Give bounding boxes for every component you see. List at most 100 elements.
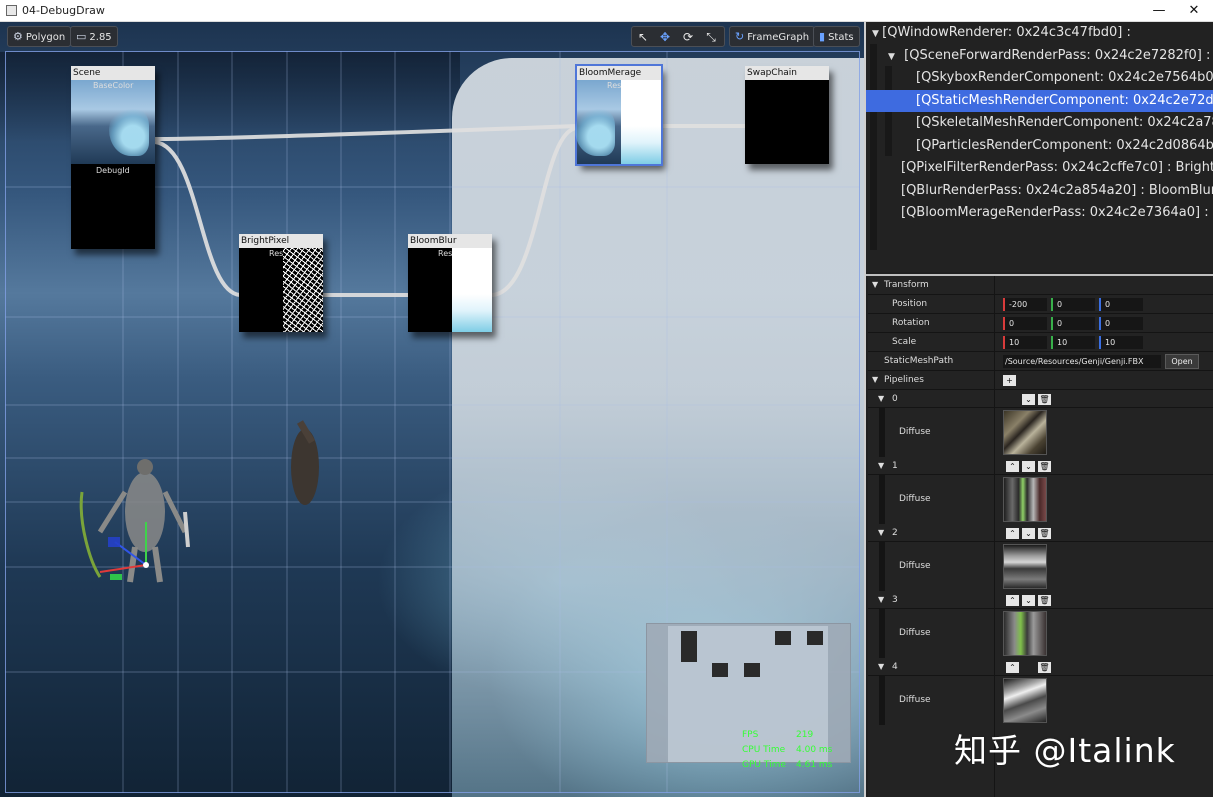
node-title: BloomMerage [577,66,661,80]
collapse-icon[interactable]: ▼ [878,595,884,604]
minimize-button[interactable]: — [1142,0,1176,22]
expand-icon[interactable]: ▼ [866,23,879,44]
tree-item[interactable]: [QParticlesRenderComponent: 0x24c2d0864b… [866,135,1213,157]
open-button[interactable]: Open [1165,354,1199,369]
transform-section[interactable]: ▼ Transform [868,276,1213,295]
mesh-path-field[interactable]: /Source/Resources/Genji/Genji.FBX [1003,355,1161,368]
framegraph-button[interactable]: ↻ FrameGraph [729,26,816,47]
framegraph-node-bloomblur[interactable]: BloomBlur Result [408,234,492,332]
camera-speed-button[interactable]: ▭ 2.85 [70,26,118,47]
diffuse-texture-thumbnail[interactable] [1003,678,1047,723]
add-pipeline-button[interactable]: + [1003,375,1016,386]
tree-item[interactable]: [QPixelFilterRenderPass: 0x24c2cffe7c0] … [866,157,1213,179]
move-down-icon[interactable]: ⌄ [1022,595,1035,606]
position-z-field[interactable]: 0 [1099,298,1143,311]
move-down-icon[interactable]: ⌄ [1022,394,1035,405]
collapse-icon[interactable]: ▼ [878,528,884,537]
mesh-path-row: StaticMeshPath /Source/Resources/Genji/G… [868,352,1213,371]
framegraph-node-swapchain[interactable]: SwapChain [745,66,829,164]
scale-x-field[interactable]: 10 [1003,336,1047,349]
slot-result: Result [438,249,452,258]
delete-icon[interactable]: 🗑 [1038,595,1051,606]
delete-icon[interactable]: 🗑 [1038,461,1051,472]
render-mode-button[interactable]: ⚙ Polygon [7,26,72,47]
expand-icon[interactable]: ▼ [888,46,900,67]
camera-icon: ▭ [76,30,87,43]
framegraph-icon: ↻ [735,30,745,43]
collapse-icon[interactable]: ▼ [878,662,884,671]
position-row: Position -200 0 0 [868,295,1213,314]
tree-item[interactable]: ▼ [QWindowRenderer: 0x24c3c47fbd0] : [866,22,1213,44]
window-title: 04-DebugDraw [22,4,105,17]
rotate-tool-icon[interactable]: ⟳ [679,29,697,45]
tree-item[interactable]: ▼ [QSceneForwardRenderPass: 0x24c2e7282f… [866,45,1213,67]
pipeline-item: ▼ 2 ⌃ ⌄ 🗑 Diffuse [868,525,1213,592]
tree-item[interactable]: [QSkeletalMeshRenderComponent: 0x24c2a78 [866,112,1213,134]
slot-result: Result [269,249,283,258]
translate-tool-icon[interactable]: ✥ [656,29,674,45]
diffuse-texture-thumbnail[interactable] [1003,477,1047,522]
collapse-icon[interactable]: ▼ [878,394,884,403]
scene-viewport[interactable]: ⚙ Polygon ▭ 2.85 ↖ ✥ ⟳ ⤡ ↻ FrameGraph ▮ Stat… [0,22,864,797]
character-model-2[interactable] [291,420,319,505]
gpu-time-value: 4.61 ms [796,760,833,770]
rotation-z-field[interactable]: 0 [1099,317,1143,330]
move-down-icon[interactable]: ⌄ [1022,528,1035,539]
pipeline-item: ▼ 3 ⌃ ⌄ 🗑 Diffuse [868,592,1213,659]
node-title: Scene [71,66,155,80]
node-title: BrightPixel [239,234,323,248]
app-icon [6,5,17,16]
framegraph-node-brightpixel[interactable]: BrightPixel Result [239,234,323,332]
diffuse-texture-thumbnail[interactable] [1003,611,1047,656]
delete-icon[interactable]: 🗑 [1038,394,1051,405]
move-up-icon[interactable]: ⌃ [1006,662,1019,673]
property-editor: ▼ Transform Position -200 0 0 Rotation 0… [868,276,1213,797]
position-y-field[interactable]: 0 [1051,298,1095,311]
tree-item[interactable]: [QSkyboxRenderComponent: 0x24c2e7564b0] [866,67,1213,89]
move-up-icon[interactable]: ⌃ [1006,595,1019,606]
rotation-row: Rotation 0 0 0 [868,314,1213,333]
rotation-x-field[interactable]: 0 [1003,317,1047,330]
bloomblur-preview [452,248,492,332]
delete-icon[interactable]: 🗑 [1038,662,1051,673]
delete-icon[interactable]: 🗑 [1038,528,1051,539]
brightpixel-preview [283,248,323,332]
scene-preview [71,80,155,164]
scale-row: Scale 10 10 10 [868,333,1213,352]
framegraph-node-scene[interactable]: Scene BaseColor DebugId [71,66,155,249]
stats-overlay: FPS 219 CPU Time 4.00 ms GPU Time 4.61 ms [742,730,833,770]
inspector-panel: ▼ [QWindowRenderer: 0x24c3c47fbd0] : ▼ [… [864,22,1213,797]
bloommerage-preview [575,80,621,164]
pipelines-section[interactable]: ▼ Pipelines + [868,371,1213,390]
collapse-icon[interactable]: ▼ [872,280,878,289]
diffuse-texture-thumbnail[interactable] [1003,544,1047,589]
move-up-icon[interactable]: ⌃ [1006,528,1019,539]
bar-chart-icon: ▮ [819,30,826,43]
scale-y-field[interactable]: 10 [1051,336,1095,349]
character-model[interactable] [79,459,190,583]
stats-button[interactable]: ▮ Stats [813,26,860,47]
close-button[interactable]: ✕ [1177,0,1211,22]
move-up-icon[interactable]: ⌃ [1006,461,1019,472]
render-tree: ▼ [QWindowRenderer: 0x24c3c47fbd0] : ▼ [… [866,22,1213,272]
collapse-icon[interactable]: ▼ [878,461,884,470]
slot-debugid: DebugId [96,166,130,175]
move-down-icon[interactable]: ⌄ [1022,461,1035,472]
scale-z-field[interactable]: 10 [1099,336,1143,349]
scale-tool-icon[interactable]: ⤡ [702,29,720,45]
node-title: SwapChain [745,66,829,80]
title-bar: 04-DebugDraw — ✕ [0,0,1213,22]
select-tool-icon[interactable]: ↖ [634,29,652,45]
cpu-time-value: 4.00 ms [796,745,833,755]
diffuse-texture-thumbnail[interactable] [1003,410,1047,455]
tree-item[interactable]: [QBloomMerageRenderPass: 0x24c2e7364a0] … [866,202,1213,224]
tree-item[interactable]: [QBlurRenderPass: 0x24c2a854a20] : Bloom… [866,180,1213,202]
framegraph-node-bloommerage[interactable]: BloomMerage Result [575,64,663,166]
watermark: 知乎 @Italink [954,731,1176,770]
tree-item-selected[interactable]: [QStaticMeshRenderComponent: 0x24c2e72d2 [866,90,1213,112]
rotation-y-field[interactable]: 0 [1051,317,1095,330]
fps-value: 219 [796,730,814,740]
slot-basecolor: BaseColor [93,81,134,90]
collapse-icon[interactable]: ▼ [872,375,878,384]
position-x-field[interactable]: -200 [1003,298,1047,311]
